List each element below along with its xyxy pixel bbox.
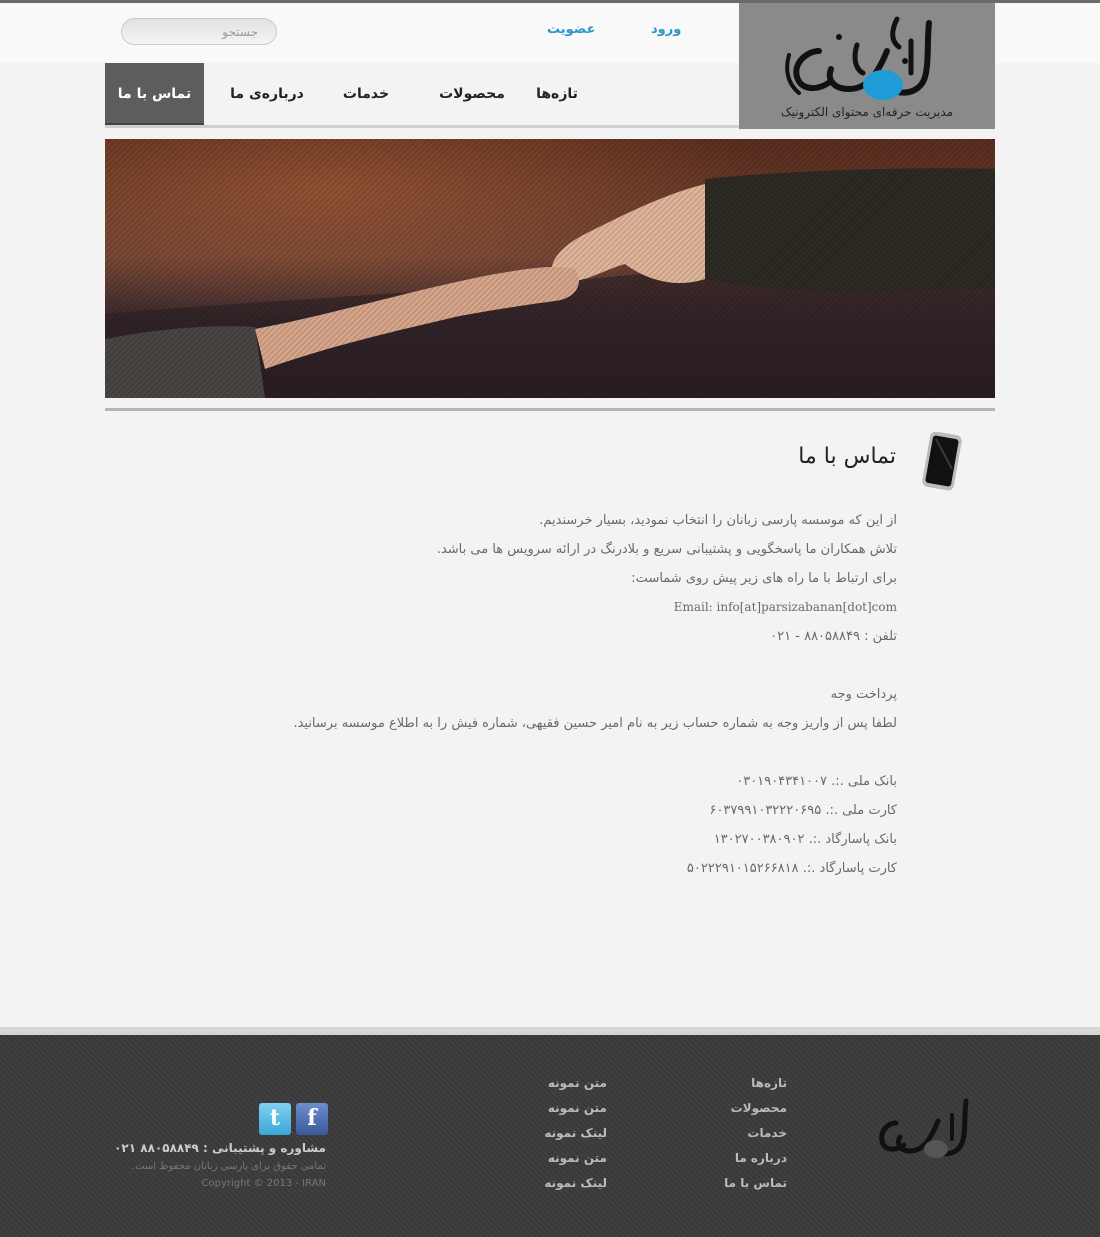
nav-underline xyxy=(105,125,739,128)
footer-link-services[interactable]: خدمات xyxy=(747,1126,787,1140)
footer-link-news[interactable]: تازه‌ها xyxy=(751,1076,787,1090)
logo-calligraphy xyxy=(785,16,932,100)
twitter-icon[interactable]: t xyxy=(259,1103,291,1135)
facebook-icon[interactable]: f xyxy=(296,1103,328,1135)
main-nav: تازه‌ها محصولات خدمات درباره‌ی ما تماس ب… xyxy=(105,63,739,126)
hero-banner-image xyxy=(105,139,995,398)
rights-text: تمامی حقوق برای پارسی زبانان محفوظ است. xyxy=(131,1161,326,1172)
bank-card-line: کارت ملی .:. ۶۰۳۷۹۹۱۰۳۲۲۲۰۶۹۵ xyxy=(709,803,897,818)
bank-account-line: بانک ملی .:. ۰۳۰۱۹۰۴۳۴۱۰۰۷ xyxy=(736,774,897,789)
contact-methods-line: برای ارتباط با ما راه های زیر پیش روی شم… xyxy=(631,571,897,586)
email-line: Email: info[at]parsizabanan[dot]com xyxy=(673,600,897,614)
page-title: تماس با ما xyxy=(798,444,896,469)
support-line: تلاش همکاران ما پاسخگویی و پشتیبانی سریع… xyxy=(436,542,897,557)
footer-link-sample[interactable]: متن نمونه xyxy=(548,1101,607,1115)
footer-link-sample[interactable]: متن نمونه xyxy=(548,1151,607,1165)
footer-border xyxy=(0,1027,1100,1035)
nav-item-news[interactable]: تازه‌ها xyxy=(522,63,592,126)
nav-item-about[interactable]: درباره‌ی ما xyxy=(222,63,312,126)
footer-logo[interactable] xyxy=(874,1095,982,1165)
twitter-glyph: t xyxy=(269,1105,281,1131)
footer-link-sample[interactable]: متن نمونه xyxy=(548,1076,607,1090)
nav-item-contact[interactable]: تماس با ما xyxy=(105,63,204,126)
site-logo[interactable]: مدیریت حرفه‌ای محتوای الکترونیک xyxy=(739,3,995,129)
nav-item-services[interactable]: خدمات xyxy=(331,63,401,126)
footer-link-sample[interactable]: لینک نمونه xyxy=(544,1176,607,1190)
intro-line: از این که موسسه پارسی زبانان را انتخاب ن… xyxy=(539,513,897,528)
footer-link-contact[interactable]: تماس با ما xyxy=(724,1176,787,1190)
phone-line: تلفن : ۸۸۰۵۸۸۴۹ - ۰۲۱ xyxy=(770,629,897,644)
footer-link-about[interactable]: درباره ما xyxy=(735,1151,787,1165)
bank-account-line: بانک پاسارگاد .:. ۱۳۰۲۷۰۰۳۸۰۹۰۲ xyxy=(713,832,897,847)
content-divider xyxy=(105,408,995,411)
copyright-text: Copyright © 2013 - IRAN xyxy=(201,1178,326,1189)
footer-link-products[interactable]: محصولات xyxy=(731,1101,787,1115)
bank-card-line: کارت پاسارگاد .:. ۵۰۲۲۲۹۱۰۱۵۲۶۶۸۱۸ xyxy=(686,861,897,876)
signup-link[interactable]: عضویت xyxy=(547,22,595,37)
phone-icon xyxy=(922,431,962,491)
login-link[interactable]: ورود xyxy=(651,22,681,37)
payment-instructions: لطفا پس از واریز وجه به شماره حساب زیر ب… xyxy=(293,716,897,731)
support-phone: مشاوره و پشتیبانی : ۸۸۰۵۸۸۴۹ ۰۲۱ xyxy=(114,1141,326,1155)
search-input[interactable] xyxy=(121,18,277,45)
contact-content: از این که موسسه پارسی زبانان را انتخاب ن… xyxy=(277,506,897,883)
facebook-glyph: f xyxy=(307,1105,317,1131)
payment-heading: پرداخت وجه xyxy=(830,687,897,702)
nav-item-products[interactable]: محصولات xyxy=(421,63,523,126)
logo-tagline: مدیریت حرفه‌ای محتوای الکترونیک xyxy=(780,105,954,119)
footer-link-sample[interactable]: لینک نمونه xyxy=(544,1126,607,1140)
